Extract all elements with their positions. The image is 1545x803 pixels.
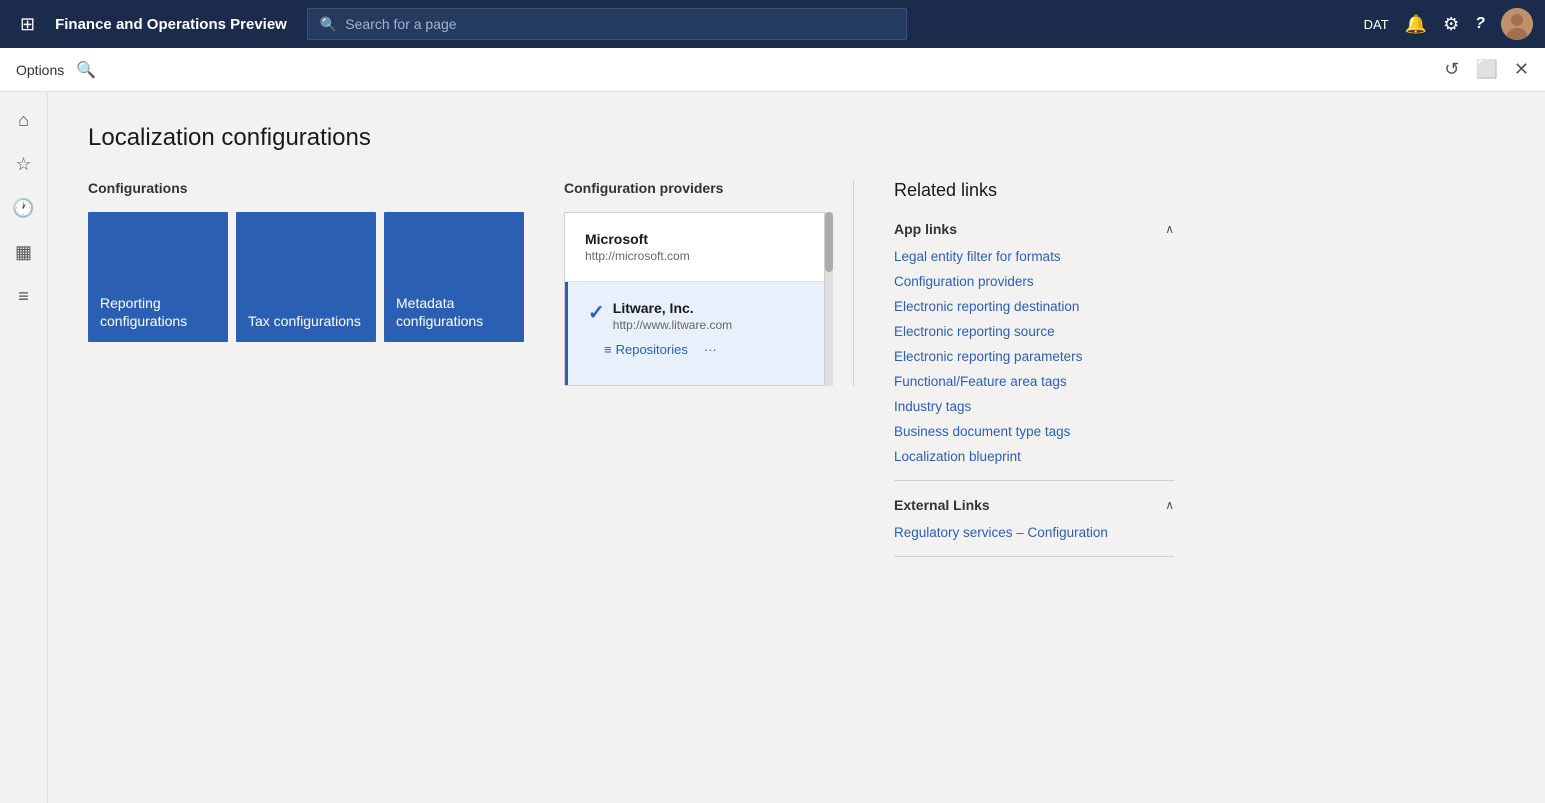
link-regulatory-services[interactable]: Regulatory services – Configuration [894, 525, 1174, 540]
provider-microsoft-name: Microsoft [585, 231, 804, 247]
configurations-heading: Configurations [88, 180, 524, 196]
search-box: 🔍 [307, 8, 907, 40]
sections-row: Configurations Reporting configurations … [88, 180, 1505, 573]
tile-reporting-configurations[interactable]: Reporting configurations [88, 212, 228, 342]
link-industry-tags[interactable]: Industry tags [894, 399, 1174, 414]
sidebar-home-icon[interactable]: ⌂ [4, 100, 44, 140]
options-bar: Options 🔍 ↺ ⬜ ✕ [0, 48, 1545, 92]
related-links-title: Related links [894, 180, 1174, 201]
external-links-header: External Links ∧ [894, 497, 1174, 513]
config-tiles: Reporting configurations Tax configurati… [88, 212, 524, 342]
link-electronic-reporting-source[interactable]: Electronic reporting source [894, 324, 1174, 339]
options-label: Options [16, 62, 64, 78]
main-layout: ⌂ ☆ 🕐 ▦ ≡ Localization configurations Co… [0, 92, 1545, 803]
link-localization-blueprint[interactable]: Localization blueprint [894, 449, 1174, 464]
external-links-heading: External Links [894, 497, 990, 513]
sidebar-favorites-icon[interactable]: ☆ [4, 144, 44, 184]
repositories-link[interactable]: ≡ Repositories [604, 342, 688, 357]
settings-icon[interactable]: ⚙ [1443, 14, 1459, 35]
related-links-section: Related links App links ∧ Legal entity f… [894, 180, 1174, 573]
provider-microsoft[interactable]: Microsoft http://microsoft.com [565, 213, 824, 282]
options-bar-actions: ↺ ⬜ ✕ [1444, 59, 1529, 80]
repositories-icon: ≡ [604, 342, 612, 357]
tile-metadata-configurations[interactable]: Metadata configurations [384, 212, 524, 342]
more-options-link[interactable]: ··· [704, 342, 717, 357]
provider-microsoft-url: http://microsoft.com [585, 249, 804, 263]
topbar-right: DAT 🔔 ⚙ ? [1364, 8, 1533, 40]
search-icon: 🔍 [320, 16, 337, 33]
link-functional-feature-area-tags[interactable]: Functional/Feature area tags [894, 374, 1174, 389]
sidebar-workspaces-icon[interactable]: ▦ [4, 232, 44, 272]
page-title: Localization configurations [88, 124, 1505, 152]
sidebar-recent-icon[interactable]: 🕐 [4, 188, 44, 228]
provider-litware-name: Litware, Inc. [613, 300, 732, 316]
link-legal-entity-filter[interactable]: Legal entity filter for formats [894, 249, 1174, 264]
providers-heading: Configuration providers [564, 180, 833, 196]
app-links-heading: App links [894, 221, 957, 237]
app-title: Finance and Operations Preview [55, 16, 287, 33]
sidebar-modules-icon[interactable]: ≡ [4, 276, 44, 316]
app-links-header: App links ∧ [894, 221, 1174, 237]
providers-list: Microsoft http://microsoft.com ✓ Litware… [564, 212, 825, 386]
notification-icon[interactable]: 🔔 [1405, 14, 1427, 35]
scrollbar-thumb[interactable] [825, 212, 833, 272]
options-search-icon[interactable]: 🔍 [76, 60, 96, 80]
provider-litware-url: http://www.litware.com [613, 318, 732, 332]
close-icon[interactable]: ✕ [1514, 59, 1529, 80]
refresh-icon[interactable]: ↺ [1444, 59, 1459, 80]
content-area: Localization configurations Configuratio… [48, 92, 1545, 803]
link-configuration-providers[interactable]: Configuration providers [894, 274, 1174, 289]
search-input[interactable] [345, 16, 894, 32]
app-links-toggle[interactable]: ∧ [1165, 222, 1174, 236]
provider-litware[interactable]: ✓ Litware, Inc. http://www.litware.com ≡… [565, 282, 824, 385]
scrollbar-track[interactable] [825, 212, 833, 386]
topbar: ⊞ Finance and Operations Preview 🔍 DAT 🔔… [0, 0, 1545, 48]
external-links-toggle[interactable]: ∧ [1165, 498, 1174, 512]
link-electronic-reporting-destination[interactable]: Electronic reporting destination [894, 299, 1174, 314]
help-icon[interactable]: ? [1475, 15, 1485, 33]
link-business-document-type-tags[interactable]: Business document type tags [894, 424, 1174, 439]
providers-section: Configuration providers Microsoft http:/… [564, 180, 854, 386]
tile-tax-configurations[interactable]: Tax configurations [236, 212, 376, 342]
sidebar: ⌂ ☆ 🕐 ▦ ≡ [0, 92, 48, 803]
link-electronic-reporting-parameters[interactable]: Electronic reporting parameters [894, 349, 1174, 364]
dat-label: DAT [1364, 17, 1389, 32]
popout-icon[interactable]: ⬜ [1475, 59, 1497, 80]
provider-litware-check-icon: ✓ [588, 300, 605, 325]
provider-litware-actions: ≡ Repositories ··· [588, 332, 804, 367]
divider-2 [894, 556, 1174, 557]
divider-1 [894, 480, 1174, 481]
avatar[interactable] [1501, 8, 1533, 40]
configurations-section: Configurations Reporting configurations … [88, 180, 524, 342]
waffle-icon[interactable]: ⊞ [12, 10, 43, 39]
